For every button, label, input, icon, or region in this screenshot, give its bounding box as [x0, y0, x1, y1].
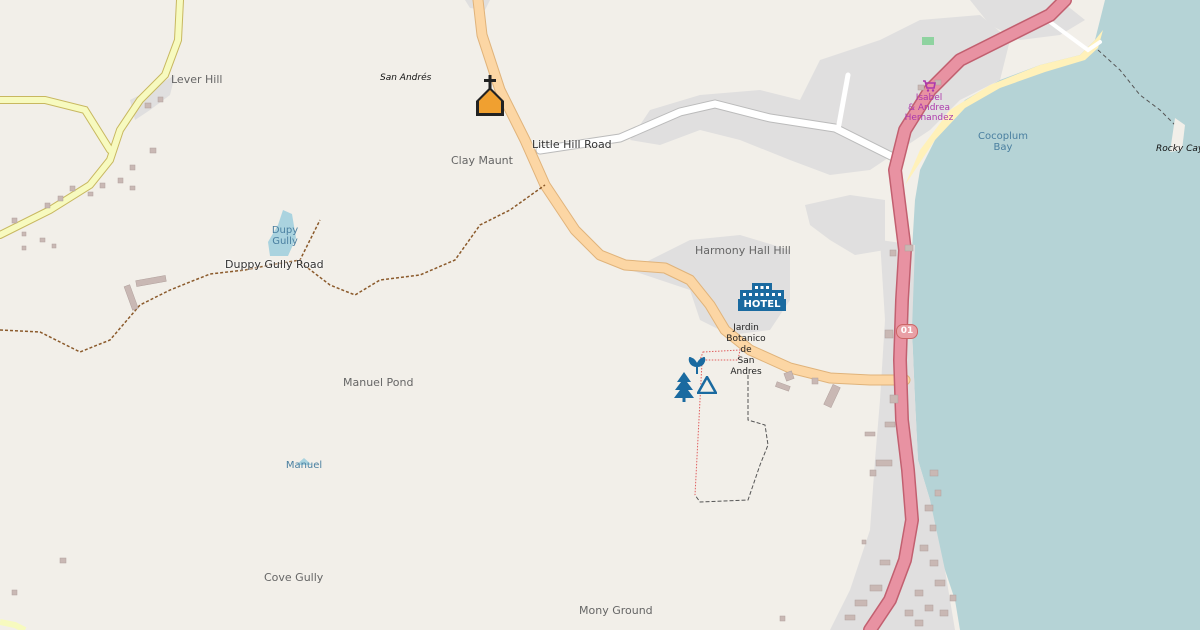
place-label-manuel-pond: Manuel Pond	[343, 376, 414, 389]
place-label-harmony-hall-hill: Harmony Hall Hill	[695, 244, 791, 257]
road-label-little-hill-road: Little Hill Road	[532, 138, 612, 151]
water-label-manuel: Manuel	[285, 460, 323, 471]
map-canvas[interactable]: Lever Hill San Andrés Clay Maunt Harmony…	[0, 0, 1200, 630]
shop-icon[interactable]	[922, 80, 936, 92]
poi-label-garden-line: San	[737, 356, 755, 366]
hotel-sign-text: HOTEL	[743, 299, 781, 310]
tree-icon[interactable]	[673, 372, 695, 402]
minor-road	[1048, 20, 1102, 53]
residential-area	[805, 195, 885, 255]
green-field	[922, 37, 934, 45]
place-label-cove-gully: Cove Gully	[264, 571, 324, 584]
place-label-mony-ground: Mony Ground	[579, 604, 653, 617]
track-path	[299, 184, 546, 296]
poi-label-garden-line: Botanico	[726, 334, 766, 344]
poi-label-garden: Jardin Botanico de San Andres	[716, 323, 776, 378]
poi-label-shop: Isabel & Andrea Hernandez	[899, 93, 959, 123]
place-label-lever-hill: Lever Hill	[171, 73, 223, 86]
hotel-icon[interactable]: HOTEL	[738, 282, 786, 312]
map-base-layer	[0, 0, 1200, 630]
place-label-clay-maunt: Clay Maunt	[451, 154, 513, 167]
viewpoint-icon[interactable]	[697, 376, 717, 394]
tertiary-road	[0, 619, 27, 630]
church-icon[interactable]	[474, 73, 506, 119]
place-label-rocky-cay: Rocky Cay	[1156, 144, 1200, 154]
poi-label-shop-line: Isabel	[915, 93, 943, 103]
residential-area	[130, 75, 175, 120]
poi-label-garden-line: de	[740, 345, 752, 355]
water-label-bay: Bay	[993, 142, 1013, 153]
place-label-san-andres: San Andrés	[380, 73, 432, 83]
poi-label-shop-line: Hernandez	[904, 113, 954, 123]
road-label-duppy-gully-road: Duppy Gully Road	[225, 258, 324, 271]
poi-label-garden-line: Jardin	[733, 323, 759, 333]
poi-label-garden-line: Andres	[730, 367, 762, 377]
poi-label-shop-line: & Andrea	[907, 103, 950, 113]
footpath	[694, 375, 769, 503]
water-label-gully: Gully	[272, 236, 298, 247]
route-shield: 01	[896, 324, 918, 339]
